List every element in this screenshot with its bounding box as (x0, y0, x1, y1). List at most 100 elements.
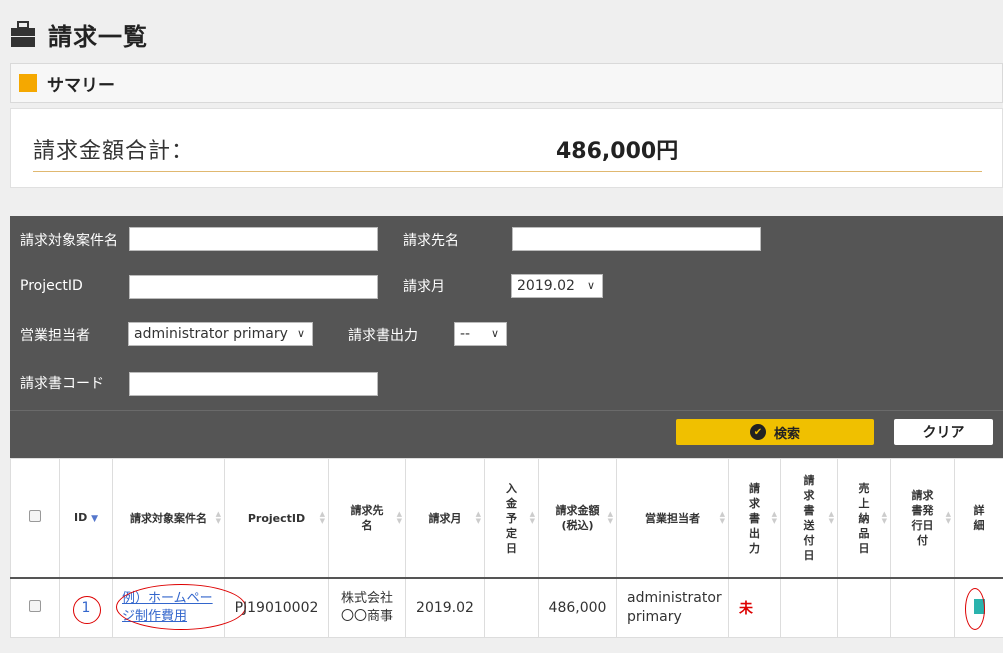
billing-to-input[interactable] (512, 227, 761, 251)
total-label: 請求金額合計： (33, 139, 195, 164)
sort-icon: ▲ ▼ (529, 510, 535, 525)
row-detail-cell (954, 577, 1003, 638)
row-invoice-send-date (780, 577, 838, 638)
col-invoice-send-date-label: 請求書送付日 (803, 474, 815, 562)
sales-rep-select[interactable]: administrator primary ∨ (128, 322, 313, 346)
billing-month-label: 請求月 (403, 279, 445, 295)
col-billing-month-label: 請求月 (428, 511, 462, 525)
table-header-row: ID ▼ 請求対象案件名 ▲ ▼ ProjectID ▲ ▼ 請求先名 ▲ ▼ 請求月 ▲ ▼ … (10, 458, 1003, 579)
col-sales-delivery-date[interactable]: 売上納品日 ▲ ▼ (837, 458, 891, 579)
sort-icon: ▲ ▼ (719, 510, 725, 525)
row-sales-rep-value: administrator primary (627, 590, 722, 625)
sort-icon: ▲ ▼ (945, 510, 951, 525)
sales-rep-label: 営業担当者 (20, 328, 90, 344)
row-project-id: PJ19010002 (224, 577, 329, 638)
invoice-output-label: 請求書出力 (348, 328, 418, 344)
row-checkbox[interactable] (29, 600, 41, 612)
sort-icon: ▲ ▼ (215, 510, 221, 525)
invoice-output-select[interactable]: -- ∨ (454, 322, 507, 346)
total-summary-box: 請求金額合計： 486,000円 (10, 108, 1003, 188)
search-panel: 請求対象案件名 請求先名 ProjectID 請求月 2019.02 ∨ 営業担… (10, 216, 1003, 458)
sort-desc-icon: ▼ (91, 513, 98, 524)
col-billing-to[interactable]: 請求先名 ▲ ▼ (328, 458, 406, 579)
col-detail-label: 詳細 (973, 504, 985, 532)
row-billing-to: 株式会社〇〇商事 (328, 577, 406, 638)
billing-to-label: 請求先名 (403, 233, 459, 249)
row-sales-delivery-date (837, 577, 891, 638)
sort-icon: ▲ ▼ (881, 510, 887, 525)
search-button[interactable]: ✔ 検索 (676, 419, 874, 445)
summary-header: サマリー (10, 63, 1003, 103)
col-invoice-issue-date[interactable]: 請求書発行日付 ▲ ▼ (890, 458, 955, 579)
col-amount[interactable]: 請求金額(税込) ▲ ▼ (538, 458, 617, 579)
panel-divider (10, 410, 1003, 411)
row-case-name-cell: 例）ホームページ制作費用 (112, 577, 246, 638)
col-billing-month[interactable]: 請求月 ▲ ▼ (405, 458, 485, 579)
col-case-name[interactable]: 請求対象案件名 ▲ ▼ (112, 458, 225, 579)
row-billing-to-value: 株式会社〇〇商事 (340, 591, 393, 624)
case-name-label: 請求対象案件名 (20, 233, 118, 249)
page-header: 請求一覧 (0, 8, 1003, 60)
col-payment-date-label: 入金予定日 (506, 481, 517, 555)
col-sales-rep-label: 営業担当者 (645, 511, 700, 525)
billing-month-value: 2019.02 (517, 278, 575, 294)
check-circle-icon: ✔ (749, 424, 766, 440)
table-row: 1 例）ホームページ制作費用 PJ19010002 株式会社〇〇商事 2019.… (10, 577, 1003, 638)
row-billing-month: 2019.02 (405, 577, 485, 638)
divider (33, 171, 982, 172)
invoice-output-value: -- (460, 326, 471, 342)
row-payment-date (484, 577, 539, 638)
col-amount-label: 請求金額(税込) (555, 504, 600, 532)
page-title: 請求一覧 (48, 22, 148, 51)
row-sales-rep: administrator primary (616, 577, 729, 638)
col-sales-delivery-date-label: 売上納品日 (858, 481, 870, 555)
row-invoice-issue-date (890, 577, 955, 638)
project-id-input[interactable] (129, 275, 378, 299)
col-id-label: ID (74, 510, 88, 524)
summary-marker-icon (19, 74, 37, 92)
col-invoice-output[interactable]: 請求書出力 ▲ ▼ (728, 458, 781, 579)
col-project-id-label: ProjectID (247, 511, 306, 525)
select-all-checkbox-cell (10, 458, 60, 579)
sort-icon: ▲ ▼ (828, 510, 834, 525)
annotation-oval (965, 588, 985, 630)
chevron-down-icon: ∨ (490, 327, 499, 340)
row-invoice-output-status: 未 (739, 601, 753, 617)
annotation-circle (72, 596, 101, 624)
sort-icon: ▲ ▼ (396, 510, 402, 525)
row-checkbox-cell (10, 577, 60, 638)
row-amount: 486,000 (538, 577, 617, 638)
row-invoice-output: 未 (728, 577, 781, 638)
sort-icon: ▲ ▼ (771, 510, 777, 525)
clear-button[interactable]: クリア (894, 419, 993, 445)
invoice-code-label: 請求書コード (20, 376, 104, 392)
briefcase-icon (11, 21, 35, 47)
search-button-label: 検索 (773, 426, 800, 442)
case-name-input[interactable] (129, 227, 378, 251)
row-id-link[interactable]: 1 (72, 596, 101, 624)
chevron-down-icon: ∨ (296, 327, 305, 340)
select-all-checkbox[interactable] (29, 510, 41, 522)
col-payment-date[interactable]: 入金予定日 ▲ ▼ (484, 458, 539, 579)
col-invoice-output-label: 請求書出力 (749, 481, 760, 555)
total-value: 486,000円 (556, 139, 679, 164)
billing-month-select[interactable]: 2019.02 ∨ (511, 274, 603, 298)
invoice-code-input[interactable] (129, 372, 378, 396)
row-id-cell: 1 (59, 577, 113, 638)
sort-icon: ▲ ▼ (319, 510, 325, 525)
clear-button-label: クリア (922, 425, 965, 441)
col-case-name-label: 請求対象案件名 (130, 511, 207, 525)
col-project-id[interactable]: ProjectID ▲ ▼ (224, 458, 329, 579)
chevron-down-icon: ∨ (586, 279, 595, 292)
col-sales-rep[interactable]: 営業担当者 ▲ ▼ (616, 458, 729, 579)
project-id-label: ProjectID (20, 278, 83, 294)
sort-icon: ▲ ▼ (607, 510, 613, 525)
results-table: ID ▼ 請求対象案件名 ▲ ▼ ProjectID ▲ ▼ 請求先名 ▲ ▼ 請求月 ▲ ▼ … (10, 458, 1003, 638)
col-invoice-send-date[interactable]: 請求書送付日 ▲ ▼ (780, 458, 838, 579)
col-invoice-issue-date-label: 請求書発行日付 (911, 489, 934, 547)
sales-rep-value: administrator primary (134, 326, 288, 342)
col-id[interactable]: ID ▼ (59, 458, 113, 579)
col-billing-to-label: 請求先名 (350, 504, 384, 532)
sort-icon: ▲ ▼ (475, 510, 481, 525)
summary-title: サマリー (47, 75, 115, 96)
